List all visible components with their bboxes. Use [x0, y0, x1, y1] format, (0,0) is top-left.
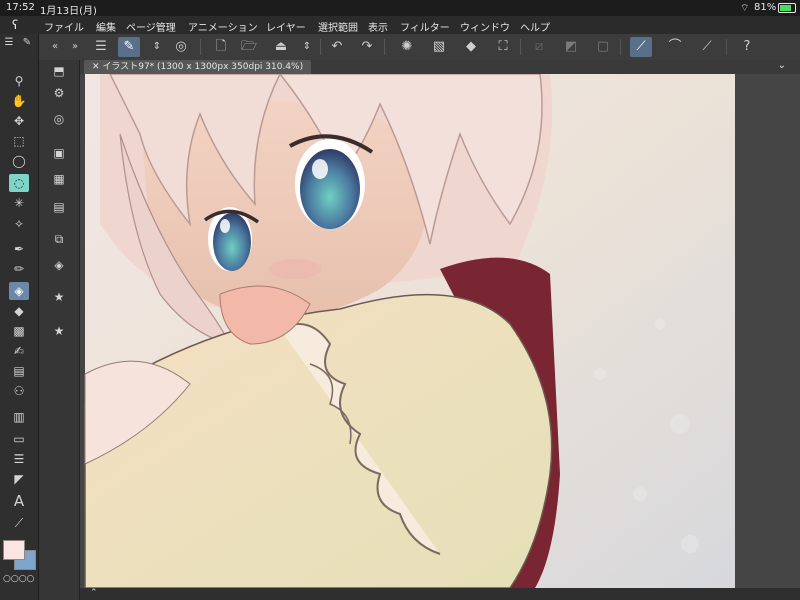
brush-icon[interactable]: ⌒ — [664, 37, 686, 57]
document-tab-label: イラスト97* (1300 x 1300px 350dpi 310.4%) — [102, 62, 304, 72]
menu-window[interactable]: ウィンドウ — [460, 19, 510, 34]
document-tab-strip: ✕ イラスト97* (1300 x 1300px 350dpi 310.4%) … — [80, 60, 800, 74]
new-file-icon[interactable]: 🗋 — [210, 37, 232, 57]
slash-icon[interactable]: ⧄ — [528, 37, 550, 57]
square-icon[interactable]: ▢ — [592, 37, 614, 57]
collapse-left-icon[interactable]: « — [44, 37, 66, 57]
tool-palette: ☰ ✎ ⚲ ✋ ✥ ⬚ ◯ ◌ ✳ ⟡ ✒ ✏ ◈ ◆ ▩ ✍ ▤ ⚇ ▥ ▭ … — [0, 34, 39, 600]
status-date: 1月13日(月) — [40, 6, 97, 17]
object-select-icon[interactable]: ⬚ — [9, 132, 29, 150]
menu-filter[interactable]: フィルター — [400, 19, 450, 34]
undo-icon[interactable]: ↶ — [326, 37, 348, 57]
wifi-icon: ⌔ — [740, 3, 750, 14]
pen-tool-icon[interactable]: ✒ — [9, 240, 29, 258]
layers-stack-icon[interactable]: ☰ — [9, 450, 29, 468]
hamburger-menu-icon[interactable]: ☰ — [90, 37, 112, 57]
menu-page[interactable]: ページ管理 — [126, 19, 176, 34]
redo-icon[interactable]: ↷ — [356, 37, 378, 57]
move-icon[interactable]: ✥ — [9, 112, 29, 130]
battery-percent: 81% — [754, 2, 777, 13]
menu-selection[interactable]: 選択範囲 — [318, 19, 358, 34]
menu-edit[interactable]: 編集 — [96, 19, 116, 34]
correction-icon[interactable]: ⟋ — [9, 514, 29, 532]
hand-icon[interactable]: ✋ — [9, 92, 29, 110]
gradient-fill-icon[interactable]: ▥ — [9, 408, 29, 426]
blend-icon[interactable]: ⚇ — [9, 382, 29, 400]
selection-lasso-icon[interactable]: ◌ — [9, 174, 29, 192]
pencil-icon[interactable]: ✏ — [9, 260, 29, 278]
layers-icon[interactable]: ◈ — [49, 256, 69, 274]
canvas-artwork[interactable] — [80, 74, 800, 588]
chevron-updown-icon[interactable]: ⇕ — [296, 37, 318, 57]
status-time: 17:52 — [6, 2, 35, 13]
bucket-icon[interactable]: ◆ — [9, 302, 29, 320]
bottom-bar: ⌃ — [80, 588, 800, 600]
rectangle-icon[interactable]: ▭ — [9, 430, 29, 448]
command-bar: « » ☰ ✎ ⇕ ◎ 🗋 🗁 ⏏ ⇕ ↶ ↷ ✺ ▧ ◆ ⛶ ⧄ ◩ ▢ ⟋ … — [0, 34, 800, 61]
layer-stack-icon[interactable]: ⧉ — [49, 230, 69, 248]
zoom-icon[interactable]: ⚲ — [9, 72, 29, 90]
frame-icon[interactable]: ◤ — [9, 470, 29, 488]
half-square-icon[interactable]: ◩ — [560, 37, 582, 57]
fill-icon[interactable]: ◆ — [460, 37, 482, 57]
layer-mask-icon[interactable]: ▦ — [49, 170, 69, 188]
clear-icon[interactable]: ▧ — [428, 37, 450, 57]
chevron-down-icon[interactable]: ⌄ — [778, 60, 786, 71]
layer-film-icon[interactable]: ▤ — [49, 198, 69, 216]
layer-settings-icon[interactable]: ⚙ — [49, 84, 69, 102]
eraser-icon[interactable]: ◈ — [9, 282, 29, 300]
transparent-swatch-icon[interactable]: ○○○○ — [3, 574, 34, 584]
menu-icon[interactable]: ☰ — [3, 34, 15, 52]
menu-view[interactable]: 表示 — [368, 19, 388, 34]
help-icon[interactable]: ? — [736, 37, 758, 57]
pattern-icon[interactable]: ▩ — [9, 322, 29, 340]
menu-layer[interactable]: レイヤー — [266, 19, 306, 34]
layer-target-icon[interactable]: ◎ — [49, 110, 69, 128]
crop-icon[interactable]: ⛶ — [492, 37, 514, 57]
battery-icon — [778, 3, 796, 13]
spiral-icon[interactable]: ◎ — [170, 37, 192, 57]
layer-raster-icon[interactable]: ▣ — [49, 144, 69, 162]
open-folder-icon[interactable]: 🗁 — [238, 37, 260, 57]
app-logo-icon[interactable]: ʕ — [12, 18, 18, 32]
chevron-updown-icon[interactable]: ⇕ — [146, 37, 168, 57]
chevron-up-icon[interactable]: ⌃ — [90, 588, 98, 598]
ruler-pen-icon[interactable]: ⟋ — [630, 37, 652, 57]
close-tab-icon[interactable]: ✕ — [92, 62, 102, 72]
star-folder-icon-2[interactable]: ★ — [49, 322, 69, 340]
canvas-area[interactable] — [80, 74, 800, 588]
menu-bar: ʕ ファイル 編集 ページ管理 アニメーション レイヤー 選択範囲 表示 フィル… — [0, 16, 800, 34]
edit-mode-icon[interactable]: ✎ — [118, 37, 140, 57]
main-color-swatch[interactable] — [3, 540, 25, 560]
document-tab[interactable]: ✕ イラスト97* (1300 x 1300px 350dpi 310.4%) — [84, 60, 312, 74]
gradient-icon[interactable]: ▤ — [9, 362, 29, 380]
pen-icon[interactable]: ✎ — [20, 34, 34, 52]
magic-wand-icon[interactable]: ✳ — [9, 194, 29, 212]
text-icon[interactable]: A — [9, 492, 29, 510]
line-pen-icon[interactable]: ⟋ — [696, 37, 718, 57]
expand-right-icon[interactable]: » — [64, 37, 86, 57]
menu-animation[interactable]: アニメーション — [188, 19, 258, 34]
save-icon[interactable]: ⏏ — [270, 37, 292, 57]
brush-tool-icon[interactable]: ✍ — [9, 342, 29, 360]
menu-file[interactable]: ファイル — [44, 19, 84, 34]
loading-icon[interactable]: ✺ — [396, 37, 418, 57]
sub-tool-palette: ⬒ ⚙ ◎ ▣ ▦ ▤ ⧉ ◈ ★ ★ — [39, 60, 80, 600]
eyedropper-icon[interactable]: ⟡ — [9, 214, 29, 232]
menu-help[interactable]: ヘルプ — [520, 19, 550, 34]
lasso-icon[interactable]: ◯ — [9, 152, 29, 170]
ios-status-bar: 17:52 1月13日(月) ⌔ 81% — [0, 0, 800, 17]
layer-new-icon[interactable]: ⬒ — [49, 62, 69, 80]
star-folder-icon[interactable]: ★ — [49, 288, 69, 306]
